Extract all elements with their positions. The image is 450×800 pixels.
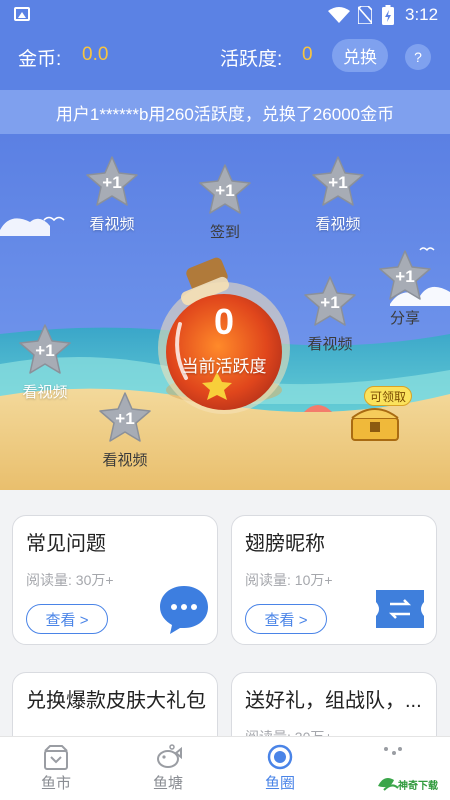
chat-bubble-icon <box>160 586 208 634</box>
circle-target-icon <box>267 744 293 770</box>
svg-text:+1: +1 <box>320 293 339 312</box>
svg-text:+1: +1 <box>215 181 234 200</box>
battery-charging-icon <box>382 5 394 25</box>
nav-label: 鱼市 <box>40 775 71 792</box>
wifi-icon <box>328 7 350 23</box>
card-read-count: 阅读量: 30万+ <box>26 572 114 588</box>
task-watch-video-5[interactable]: +1 看视频 <box>80 390 170 470</box>
task-label: 看视频 <box>307 336 353 353</box>
task-label: 看视频 <box>102 452 148 469</box>
task-watch-video-3[interactable]: +1 看视频 <box>285 274 375 354</box>
task-label: 看视频 <box>315 216 361 233</box>
bottle-activity-value: 0 <box>213 301 235 342</box>
task-label: 看视频 <box>89 216 135 233</box>
exchange-notice-banner: 用户1******b用260活跃度，兑换了26000金币 <box>0 90 450 134</box>
ticket-icon <box>376 590 424 628</box>
card-title: 常见问题 <box>26 533 106 555</box>
card-skin-gift-pack[interactable]: 兑换爆款皮肤大礼包 <box>12 672 218 736</box>
nav-item-fish-market[interactable]: 鱼市 <box>0 737 112 800</box>
status-time: 3:12 <box>405 5 439 24</box>
card-title: 翅膀昵称 <box>245 533 325 555</box>
coins-label: 金币: <box>18 49 62 70</box>
card-title: 兑换爆款皮肤大礼包 <box>26 690 206 712</box>
card-read-count: 阅读量: 10万+ <box>245 572 333 588</box>
activity-scene: +1 看视频 +1 签到 +1 看视频 +1 分享 +1 看视频 +1 看视频 … <box>0 134 450 490</box>
gallery-notification-icon <box>14 7 30 21</box>
card-team-gifts[interactable]: 送好礼，组战队，... 阅读量: 30万+ <box>231 672 437 736</box>
task-check-in[interactable]: +1 签到 <box>180 162 270 242</box>
svg-text:+1: +1 <box>395 267 414 286</box>
notice-text: 用户1******b用260活跃度，兑换了26000金币 <box>55 104 395 124</box>
task-label: 看视频 <box>22 384 68 401</box>
bottle-activity-label: 当前活跃度 <box>181 357 267 376</box>
star-icon: +1 <box>99 392 151 442</box>
nav-item-fish-pond[interactable]: 鱼塘 <box>112 737 224 800</box>
star-icon: +1 <box>312 156 364 206</box>
activity-value: 0 <box>302 44 313 65</box>
nav-label: 鱼塘 <box>152 775 183 792</box>
svg-text:+1: +1 <box>35 341 54 360</box>
star-icon: +1 <box>19 324 71 374</box>
task-watch-video-2[interactable]: +1 看视频 <box>293 154 383 234</box>
star-icon: +1 <box>199 164 251 214</box>
status-bar: 3:12 <box>0 0 450 30</box>
help-button[interactable]: ? <box>405 44 431 70</box>
svg-text:+1: +1 <box>102 173 121 192</box>
watermark-text: 神奇下载 <box>398 781 438 792</box>
header-bar: 金币: 0.0 活跃度: 0 兑换 ? <box>0 30 450 90</box>
activity-label: 活跃度: <box>220 49 283 70</box>
market-icon <box>44 745 68 770</box>
nav-label: 鱼圈 <box>264 775 295 792</box>
task-watch-video-4[interactable]: +1 看视频 <box>0 322 90 402</box>
task-label: 签到 <box>209 224 240 241</box>
card-title: 送好礼，组战队，... <box>245 690 422 712</box>
claim-chest-badge[interactable]: 可领取 <box>364 386 412 406</box>
star-icon: +1 <box>86 156 138 206</box>
view-button[interactable]: 查看 > <box>245 604 327 634</box>
star-icon: +1 <box>379 250 431 300</box>
nav-item-fish-circle[interactable]: 鱼圈 <box>224 737 336 800</box>
card-wing-nickname[interactable]: 翅膀昵称 阅读量: 10万+ 查看 > <box>231 515 437 645</box>
svg-text:+1: +1 <box>115 409 134 428</box>
svg-text:+1: +1 <box>328 173 347 192</box>
card-faq[interactable]: 常见问题 阅读量: 30万+ 查看 > <box>12 515 218 645</box>
coins-value: 0.0 <box>82 44 109 65</box>
view-button[interactable]: 查看 > <box>26 604 108 634</box>
task-watch-video-1[interactable]: +1 看视频 <box>67 154 157 234</box>
fish-icon <box>157 744 182 768</box>
no-sim-icon <box>358 6 372 24</box>
card-read-count: 阅读量: 30万+ <box>245 727 333 736</box>
exchange-button[interactable]: 兑换 <box>332 39 388 72</box>
article-card-grid: 常见问题 阅读量: 30万+ 查看 > 翅膀昵称 阅读量: 10万+ 查看 > … <box>0 490 450 736</box>
star-icon: +1 <box>304 276 356 326</box>
